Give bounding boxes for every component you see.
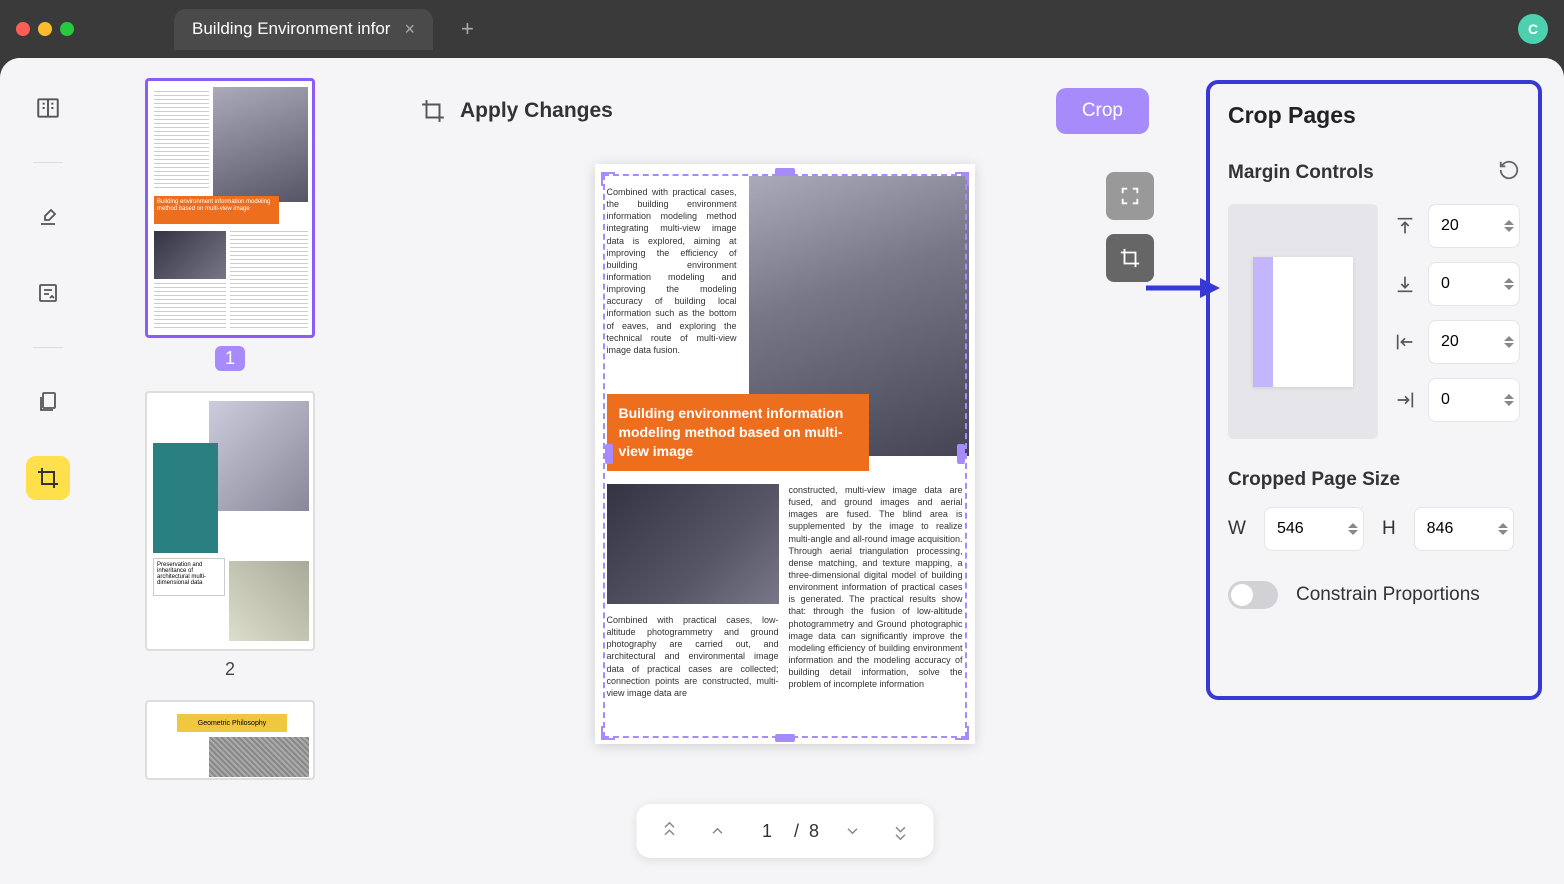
thumb-image xyxy=(213,87,308,202)
cropped-size-title: Cropped Page Size xyxy=(1228,469,1520,491)
spinner-up[interactable] xyxy=(1504,278,1514,283)
canvas-side-tools xyxy=(1106,172,1154,282)
crop-corner-tl[interactable] xyxy=(601,172,615,186)
thumb-text xyxy=(154,91,209,191)
page-thumbnail-2[interactable]: Preservation and inheritance of architec… xyxy=(115,391,345,680)
crop-corner-br[interactable] xyxy=(955,726,969,740)
margin-bottom-icon xyxy=(1392,271,1418,297)
total-pages: 8 xyxy=(809,821,819,842)
crop-handle-left[interactable] xyxy=(605,444,613,464)
highlighter-tool[interactable] xyxy=(26,195,70,239)
margin-left-icon xyxy=(1392,329,1418,355)
document-tab[interactable]: Building Environment infor × xyxy=(174,9,433,50)
thumbnail-panel[interactable]: Building environment information modelin… xyxy=(95,58,385,884)
thumb-page-number: 2 xyxy=(225,659,235,680)
crop-pages-panel: Crop Pages Margin Controls xyxy=(1206,80,1542,700)
toolbar-divider xyxy=(33,162,63,163)
main-area: Building environment information modelin… xyxy=(0,58,1564,884)
page-thumbnail-3[interactable]: Geometric Philosophy xyxy=(115,700,345,780)
crop-corner-bl[interactable] xyxy=(601,726,615,740)
spinner-up[interactable] xyxy=(1504,336,1514,341)
edit-tool[interactable] xyxy=(26,271,70,315)
thumb-image xyxy=(209,401,309,511)
thumb-text xyxy=(154,283,226,331)
thumb-text xyxy=(230,231,308,331)
constrain-proportions-toggle[interactable] xyxy=(1228,581,1278,609)
current-page[interactable]: 1 xyxy=(750,817,784,846)
crop-button[interactable]: Crop xyxy=(1056,88,1149,134)
thumb-banner: Building environment information modelin… xyxy=(154,196,279,224)
thumb-image xyxy=(229,561,309,641)
crop-selection-box[interactable] xyxy=(603,174,967,738)
crop-handle-top[interactable] xyxy=(775,168,795,176)
canvas-body: Combined with practical cases, the build… xyxy=(385,134,1184,884)
close-tab-icon[interactable]: × xyxy=(404,19,415,40)
avatar-letter: C xyxy=(1528,21,1538,37)
prev-page-button[interactable] xyxy=(702,816,732,846)
right-panel: Crop Pages Margin Controls xyxy=(1184,58,1564,884)
thumb-banner: Geometric Philosophy xyxy=(177,714,287,732)
thumb-banner: Preservation and inheritance of architec… xyxy=(153,558,225,596)
spinner-up[interactable] xyxy=(1504,220,1514,225)
reset-margins-button[interactable] xyxy=(1498,159,1520,186)
spinner-down[interactable] xyxy=(1348,530,1358,535)
thumb-box xyxy=(153,443,218,553)
new-tab-button[interactable]: + xyxy=(461,16,474,42)
spinner-up[interactable] xyxy=(1348,523,1358,528)
margin-right-icon xyxy=(1392,387,1418,413)
spinner-down[interactable] xyxy=(1504,227,1514,232)
width-label: W xyxy=(1228,518,1246,540)
copy-tool[interactable] xyxy=(26,380,70,424)
tab-title: Building Environment infor xyxy=(192,19,390,39)
cropped-size-section: Cropped Page Size W H Constrain Prop xyxy=(1228,469,1520,609)
spinner-down[interactable] xyxy=(1504,343,1514,348)
window-controls xyxy=(16,22,74,36)
margin-inputs xyxy=(1392,204,1520,439)
margin-controls-title: Margin Controls xyxy=(1228,162,1374,184)
titlebar: Building Environment infor × + C xyxy=(0,0,1564,58)
toolbar-divider xyxy=(33,347,63,348)
canvas-title: Apply Changes xyxy=(460,99,613,123)
next-page-button[interactable] xyxy=(837,816,867,846)
margin-preview xyxy=(1228,204,1378,439)
user-avatar[interactable]: C xyxy=(1518,14,1548,44)
thumb-image xyxy=(209,737,309,777)
spinner-down[interactable] xyxy=(1504,285,1514,290)
annotation-arrow-icon xyxy=(1144,272,1224,304)
thumb-page-number: 1 xyxy=(215,346,245,371)
crop-icon xyxy=(420,98,446,124)
page-sep: / xyxy=(794,821,799,842)
canvas-area: Apply Changes Crop Combined with practic… xyxy=(385,58,1184,884)
constrain-label: Constrain Proportions xyxy=(1296,584,1480,606)
spinner-down[interactable] xyxy=(1498,530,1508,535)
page-wrap: Combined with practical cases, the build… xyxy=(595,164,975,744)
close-window-icon[interactable] xyxy=(16,22,30,36)
margin-top-icon xyxy=(1392,213,1418,239)
spinner-up[interactable] xyxy=(1504,394,1514,399)
last-page-button[interactable] xyxy=(885,816,915,846)
reader-tool[interactable] xyxy=(26,86,70,130)
left-toolbar xyxy=(0,58,95,884)
panel-title: Crop Pages xyxy=(1228,102,1520,129)
minimize-window-icon[interactable] xyxy=(38,22,52,36)
margin-preview-page xyxy=(1253,257,1353,387)
fit-screen-button[interactable] xyxy=(1106,172,1154,220)
crop-corner-tr[interactable] xyxy=(955,172,969,186)
thumb-image xyxy=(154,231,226,279)
page-indicator: 1 / 8 xyxy=(750,817,819,846)
margin-controls-section: Margin Controls xyxy=(1228,159,1520,439)
height-label: H xyxy=(1382,518,1396,540)
spinner-up[interactable] xyxy=(1498,523,1508,528)
crop-handle-bottom[interactable] xyxy=(775,734,795,742)
maximize-window-icon[interactable] xyxy=(60,22,74,36)
canvas-header: Apply Changes Crop xyxy=(385,58,1184,134)
crop-handle-right[interactable] xyxy=(957,444,965,464)
page-thumbnail-1[interactable]: Building environment information modelin… xyxy=(115,78,345,371)
crop-tool[interactable] xyxy=(26,456,70,500)
spinner-down[interactable] xyxy=(1504,401,1514,406)
first-page-button[interactable] xyxy=(654,816,684,846)
page-navigator: 1 / 8 xyxy=(636,804,933,858)
